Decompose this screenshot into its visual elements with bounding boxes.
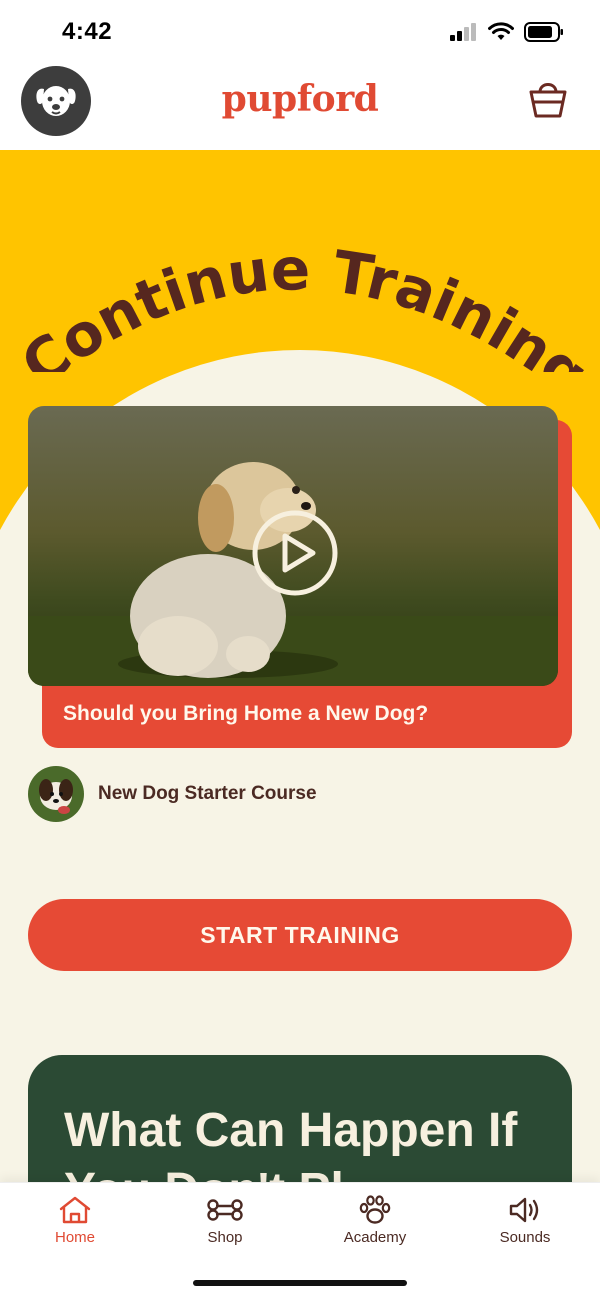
basket-icon xyxy=(529,83,567,118)
video-caption: Should you Bring Home a New Dog? xyxy=(63,702,429,725)
brand-logo: pupford xyxy=(221,78,379,120)
tab-academy-label: Academy xyxy=(343,1229,407,1246)
svg-text:Continue Training: Continue Training xyxy=(9,235,600,372)
speaker-icon xyxy=(509,1197,539,1223)
bone-icon xyxy=(207,1199,243,1221)
course-row[interactable]: New Dog Starter Course xyxy=(28,766,317,822)
play-button[interactable] xyxy=(250,508,340,598)
home-icon xyxy=(59,1196,91,1224)
tab-sounds[interactable]: Sounds xyxy=(470,1195,580,1246)
app-header: pupford xyxy=(0,64,600,150)
cellular-signal-icon xyxy=(450,23,476,41)
promo-card[interactable]: What Can Happen If You Don't Pl xyxy=(28,1055,572,1182)
wifi-icon xyxy=(488,22,514,40)
status-time: 4:42 xyxy=(62,18,113,45)
continue-training-section: Continue Training Should you Bring Home … xyxy=(0,150,600,1182)
tab-home-label: Home xyxy=(54,1229,95,1246)
course-label: New Dog Starter Course xyxy=(98,783,317,804)
start-training-button[interactable]: START TRAINING xyxy=(28,899,572,971)
tab-sounds-label: Sounds xyxy=(499,1229,551,1246)
tab-academy[interactable]: Academy xyxy=(320,1195,430,1246)
paw-icon xyxy=(359,1195,391,1224)
section-title: Continue Training xyxy=(9,235,600,372)
status-icons xyxy=(450,22,564,42)
tab-home[interactable]: Home xyxy=(20,1195,130,1246)
cart-button[interactable] xyxy=(528,76,568,120)
tab-shop[interactable]: Shop xyxy=(170,1195,280,1246)
course-thumbnail xyxy=(28,766,84,822)
status-bar: 4:42 xyxy=(0,0,600,64)
tab-shop-label: Shop xyxy=(207,1229,243,1246)
battery-icon xyxy=(524,22,563,42)
play-icon xyxy=(282,533,316,573)
promo-heading: What Can Happen If You Don't Pl xyxy=(64,1104,518,1182)
home-indicator xyxy=(193,1280,407,1286)
